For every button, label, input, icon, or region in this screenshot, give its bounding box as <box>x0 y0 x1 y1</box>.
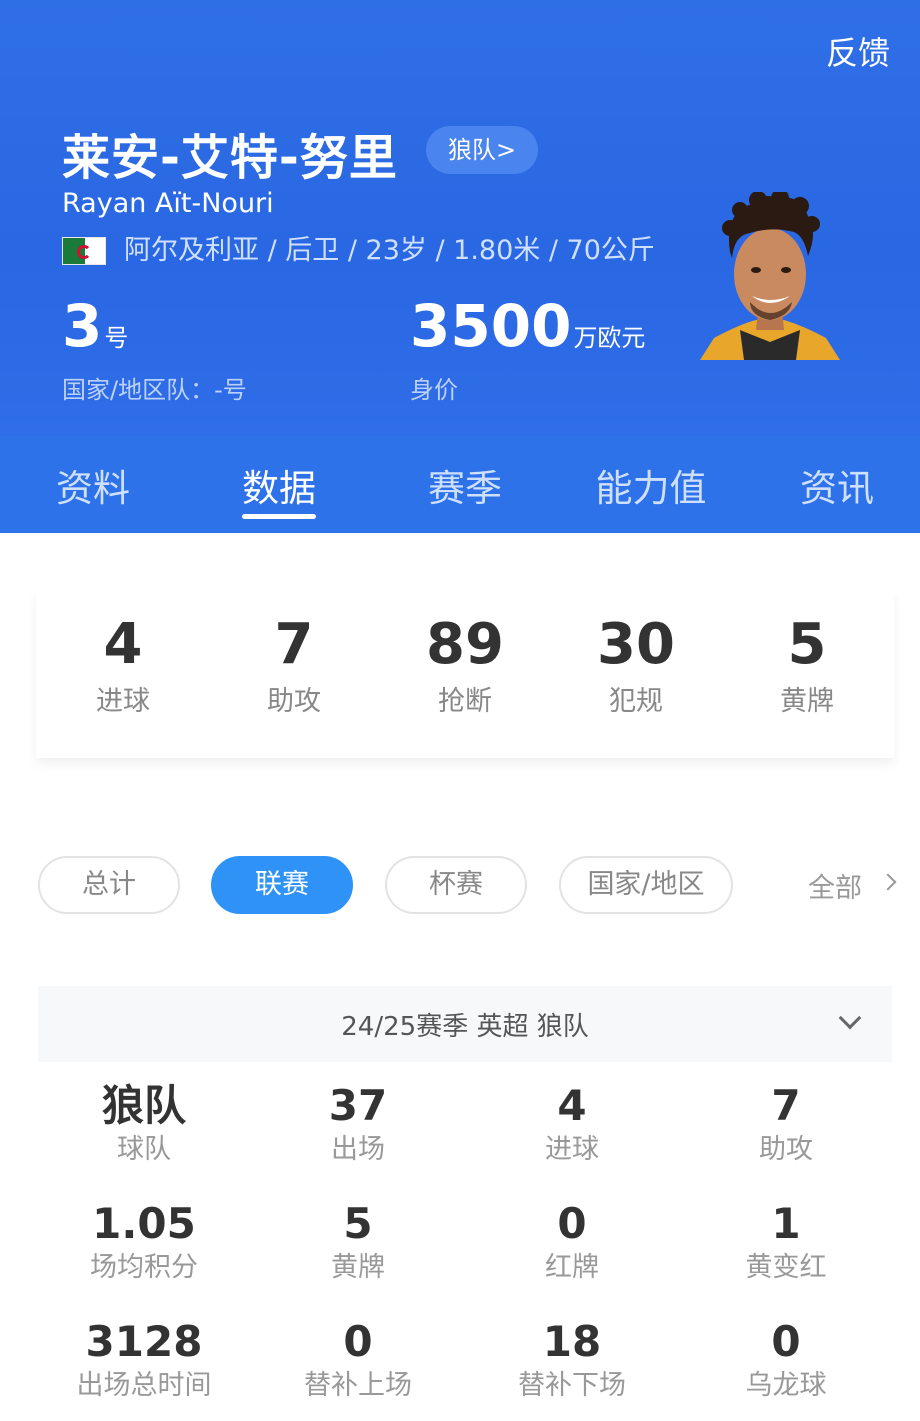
summary-stat-label: 抢断 <box>438 686 492 717</box>
tab-bar: 资料 数据 赛季 能力值 资讯 <box>0 436 920 533</box>
stat-value: 5 <box>343 1199 373 1248</box>
stat-label: 红牌 <box>545 1252 599 1283</box>
stat-value: 1 <box>771 1199 801 1248</box>
stat-cell-own-goals: 0 乌龙球 <box>686 1316 886 1404</box>
stat-label: 黄牌 <box>331 1252 385 1283</box>
tab-ability[interactable]: 能力值 <box>596 458 707 512</box>
shirt-number-value: 3 <box>62 292 103 360</box>
summary-stat-value: 7 <box>274 612 314 677</box>
filter-national[interactable]: 国家/地区 <box>559 856 733 914</box>
tab-profile[interactable]: 资料 <box>56 458 130 512</box>
player-name-cn: 莱安-艾特-努里 <box>62 130 398 186</box>
stat-label: 场均积分 <box>90 1252 198 1283</box>
summary-stat-label: 助攻 <box>267 686 321 717</box>
shirt-number: 3号 <box>62 292 128 360</box>
summary-stat-fouls: 30 犯规 <box>576 590 696 718</box>
stat-cell-assists: 7 助攻 <box>686 1080 886 1168</box>
market-value: 3500万欧元 <box>410 292 645 360</box>
stat-label: 助攻 <box>759 1134 813 1165</box>
stat-value: 4 <box>557 1081 587 1130</box>
stat-value: 7 <box>771 1081 801 1130</box>
summary-stat-goals: 4 进球 <box>63 590 183 718</box>
market-value-label: 身价 <box>410 376 458 404</box>
stat-value: 0 <box>771 1317 801 1366</box>
player-name-en: Rayan Aït-Nouri <box>62 188 274 219</box>
stat-label: 黄变红 <box>745 1252 827 1283</box>
player-photo <box>700 192 840 360</box>
summary-stat-yellow-cards: 5 黄牌 <box>747 590 867 718</box>
summary-stat-label: 犯规 <box>609 686 663 717</box>
filter-cup[interactable]: 杯赛 <box>385 856 527 914</box>
shirt-number-suffix: 号 <box>104 324 129 352</box>
stat-label: 进球 <box>545 1134 599 1165</box>
stat-cell-second-yellow: 1 黄变红 <box>686 1198 886 1286</box>
stat-cell-red-cards: 0 红牌 <box>472 1198 672 1286</box>
stat-cell-goals: 4 进球 <box>472 1080 672 1168</box>
summary-stat-value: 30 <box>597 612 675 677</box>
market-value-unit: 万欧元 <box>573 324 646 352</box>
active-tab-indicator <box>242 514 316 519</box>
stat-cell-subbed-on: 0 替补上场 <box>258 1316 458 1404</box>
stat-value: 18 <box>542 1317 602 1366</box>
summary-stat-value: 4 <box>103 612 143 677</box>
stat-value: 1.05 <box>92 1199 196 1248</box>
tab-season[interactable]: 赛季 <box>428 458 502 512</box>
season-selector[interactable]: 24/25赛季 英超 狼队 <box>38 986 892 1062</box>
stat-cell-yellow-cards: 5 黄牌 <box>258 1198 458 1286</box>
stat-cell-appearances: 37 出场 <box>258 1080 458 1168</box>
stat-label: 球队 <box>117 1134 171 1165</box>
stat-value: 37 <box>328 1081 388 1130</box>
filter-all-link[interactable]: 全部 <box>808 866 862 905</box>
team-link-button[interactable]: 狼队> <box>426 126 539 174</box>
summary-stat-label: 黄牌 <box>780 686 834 717</box>
filter-league[interactable]: 联赛 <box>211 856 353 914</box>
summary-stat-label: 进球 <box>96 686 150 717</box>
stat-cell-points-per-game: 1.05 场均积分 <box>44 1198 244 1286</box>
stat-cell-team: 狼队 球队 <box>44 1080 244 1168</box>
player-header: 反馈 莱安-艾特-努里 狼队> Rayan Aït-Nouri 阿尔及利亚 / … <box>0 0 920 436</box>
chevron-right-icon[interactable] <box>879 873 897 891</box>
stat-value: 0 <box>557 1199 587 1248</box>
tab-stats[interactable]: 数据 <box>242 458 316 512</box>
stat-label: 替补下场 <box>518 1370 626 1401</box>
stat-cell-minutes: 3128 出场总时间 <box>44 1316 244 1404</box>
stat-label: 出场 <box>331 1134 385 1165</box>
stat-value: 3128 <box>85 1317 203 1366</box>
summary-stat-tackles: 89 抢断 <box>405 590 525 718</box>
stat-value: 狼队 <box>101 1081 186 1130</box>
summary-stats-card: 4 进球 7 助攻 89 抢断 30 犯规 5 黄牌 <box>36 590 894 758</box>
stat-label: 替补上场 <box>304 1370 412 1401</box>
stat-label: 乌龙球 <box>745 1370 827 1401</box>
summary-stat-value: 89 <box>426 612 504 677</box>
national-team-number: 国家/地区队：-号 <box>62 376 247 404</box>
filter-total[interactable]: 总计 <box>38 856 180 914</box>
feedback-button[interactable]: 反馈 <box>826 28 890 74</box>
stat-value: 0 <box>343 1317 373 1366</box>
summary-stat-assists: 7 助攻 <box>234 590 354 718</box>
stat-label: 出场总时间 <box>76 1370 212 1401</box>
summary-stat-value: 5 <box>787 612 827 677</box>
player-meta: 阿尔及利亚 / 后卫 / 23岁 / 1.80米 / 70公斤 <box>124 235 655 266</box>
tab-news[interactable]: 资讯 <box>800 458 874 512</box>
algeria-flag-icon <box>62 237 106 265</box>
season-label: 24/25赛季 英超 狼队 <box>341 1012 589 1042</box>
stat-cell-subbed-off: 18 替补下场 <box>472 1316 672 1404</box>
market-value-number: 3500 <box>410 292 572 360</box>
